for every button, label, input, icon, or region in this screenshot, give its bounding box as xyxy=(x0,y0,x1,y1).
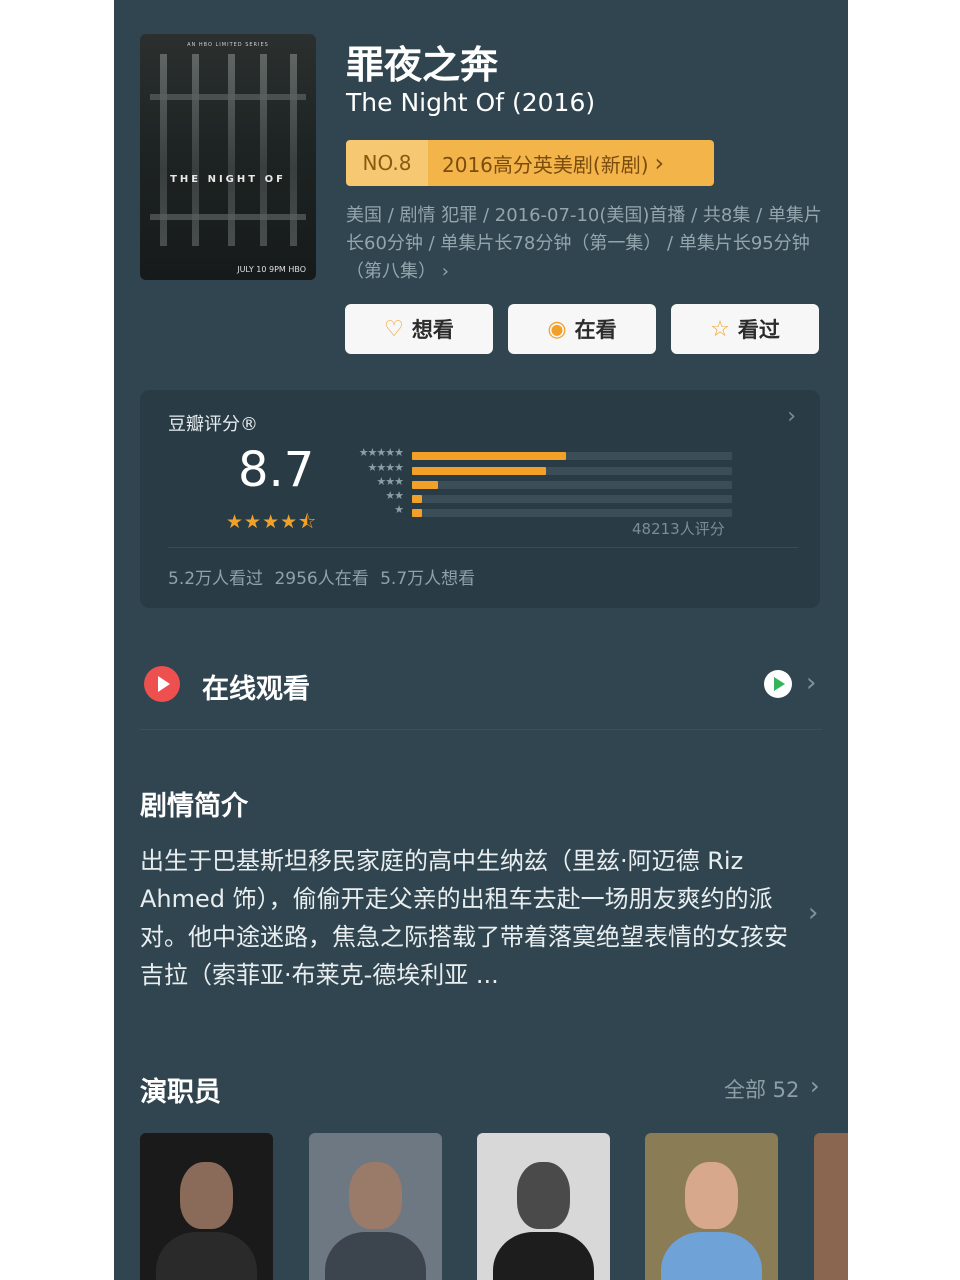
cast-photo[interactable] xyxy=(477,1133,610,1280)
star-level-label: ★★★★ xyxy=(367,461,404,474)
cast-photo[interactable] xyxy=(645,1133,778,1280)
cast-photo[interactable] xyxy=(140,1133,273,1280)
rating-bar-fill xyxy=(412,509,422,517)
rank-number: NO.8 xyxy=(346,140,428,186)
poster-bar xyxy=(150,214,306,220)
rating-bar-fill xyxy=(412,495,422,503)
rating-bar-fill xyxy=(412,467,547,475)
rank-list-label: 2016高分英美剧(新剧) xyxy=(442,152,649,177)
chevron-right-icon[interactable]: › xyxy=(808,898,818,928)
divider xyxy=(168,547,798,548)
rating-bar-track xyxy=(412,495,732,503)
cast-photo-face xyxy=(179,1161,234,1229)
poster-top-text: AN HBO LIMITED SERIES xyxy=(187,42,269,48)
star-level-label: ★★★★★ xyxy=(358,446,404,459)
rating-card[interactable]: 豆瓣评分® › 8.7 ★★★★⯪ ★★★★★ ★★★★ ★★★ ★★ ★ 48… xyxy=(140,390,820,608)
online-watch-label[interactable]: 在线观看 xyxy=(202,667,310,706)
cast-title: 演职员 xyxy=(140,1077,221,1108)
watched-label: 看过 xyxy=(737,318,780,342)
star-outline-icon: ☆ xyxy=(710,316,730,342)
cast-photo-body xyxy=(492,1232,595,1280)
rating-bar-track xyxy=(412,509,732,517)
rating-label: 豆瓣评分® xyxy=(168,414,258,435)
rating-stars: ★★★★⯪ xyxy=(226,511,318,533)
title-english: The Night Of (2016) xyxy=(346,88,596,117)
chevron-right-icon[interactable]: › xyxy=(806,668,816,698)
synopsis-text[interactable]: 出生于巴基斯坦移民家庭的高中生纳兹（里兹·阿迈德 Riz Ahmed 饰），偷偷… xyxy=(140,842,800,994)
video-platform-icon[interactable] xyxy=(764,670,792,698)
star-level-label: ★ xyxy=(394,503,404,516)
chevron-right-icon[interactable]: › xyxy=(787,404,796,429)
cast-photo-face xyxy=(348,1161,403,1229)
cast-photo-body xyxy=(324,1232,427,1280)
rating-bar-track xyxy=(412,481,732,489)
cast-photo[interactable] xyxy=(309,1133,442,1280)
star-level-label: ★★★ xyxy=(376,475,404,488)
watching-label: 在看 xyxy=(574,318,617,342)
poster-image[interactable]: AN HBO LIMITED SERIES THE NIGHT OF JULY … xyxy=(140,34,316,280)
heart-plus-icon: ♡ xyxy=(384,316,404,342)
watch-stats: 5.2万人看过 2956人在看 5.7万人想看 xyxy=(168,569,476,589)
watching-button[interactable]: ◉ 在看 xyxy=(508,304,656,354)
watched-button[interactable]: ☆ 看过 xyxy=(671,304,819,354)
cast-photo-body xyxy=(660,1232,763,1280)
rank-list-name: 2016高分英美剧(新剧) › xyxy=(428,140,714,186)
want-to-watch-button[interactable]: ♡ 想看 xyxy=(345,304,493,354)
rating-bar-fill xyxy=(412,452,566,460)
rating-bar-track xyxy=(412,467,732,475)
title-chinese: 罪夜之奔 xyxy=(346,43,499,87)
divider xyxy=(140,729,822,730)
star-level-label: ★★ xyxy=(385,489,404,502)
cast-photo-face xyxy=(684,1161,739,1229)
want-to-watch-label: 想看 xyxy=(411,318,454,342)
rating-score: 8.7 xyxy=(238,442,315,498)
play-icon xyxy=(144,666,180,702)
cast-photo-body xyxy=(155,1232,258,1280)
screen: AN HBO LIMITED SERIES THE NIGHT OF JULY … xyxy=(114,0,848,1280)
cast-all-link[interactable]: 全部 52 xyxy=(724,1074,799,1104)
rank-badge[interactable]: NO.8 2016高分英美剧(新剧) › xyxy=(346,140,714,186)
cast-photo-face xyxy=(516,1161,571,1229)
poster-bar xyxy=(150,94,306,100)
rating-bar-fill xyxy=(412,481,438,489)
poster-bottom-text: JULY 10 9PM HBO xyxy=(237,265,306,274)
chevron-right-icon[interactable]: › xyxy=(810,1072,820,1100)
rating-bar-track xyxy=(412,452,732,460)
poster-title: THE NIGHT OF xyxy=(170,174,286,185)
cast-photo[interactable] xyxy=(814,1133,848,1280)
show-meta-info[interactable]: 美国 / 剧情 犯罪 / 2016-07-10(美国)首播 / 共8集 / 单集… xyxy=(346,202,826,286)
rating-count: 48213人评分 xyxy=(632,520,725,538)
chevron-right-icon: › xyxy=(654,149,665,177)
dot-circle-icon: ◉ xyxy=(547,316,567,342)
synopsis-title: 剧情简介 xyxy=(140,791,248,822)
